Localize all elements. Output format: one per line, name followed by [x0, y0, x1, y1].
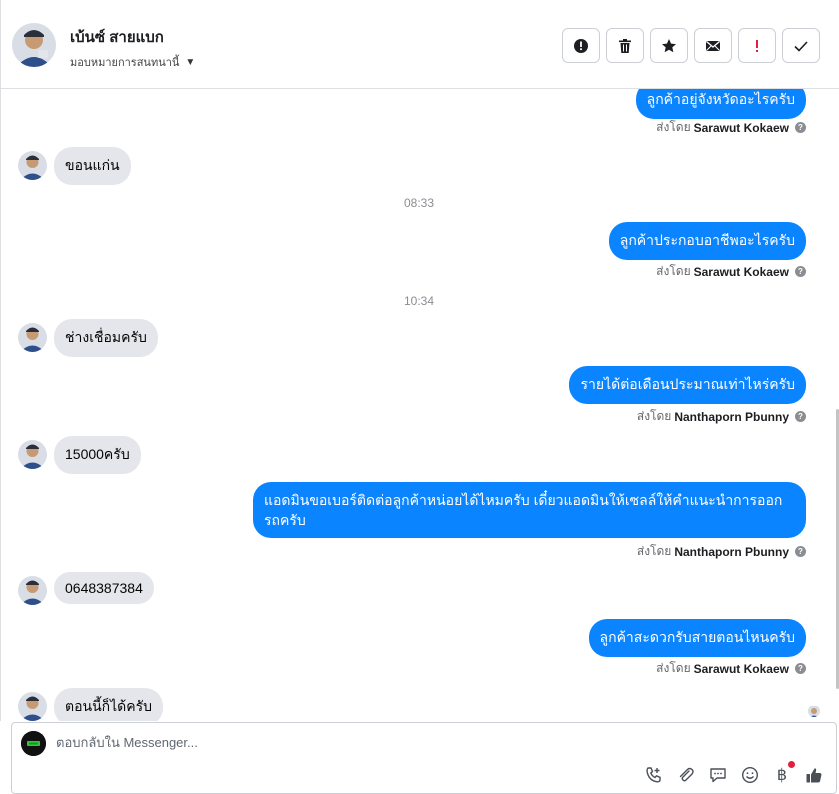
exclamation-icon: [756, 39, 758, 52]
help-icon[interactable]: ?: [795, 122, 806, 133]
reply-input[interactable]: [56, 735, 616, 750]
incoming-message[interactable]: ตอนนี้ก็ได้ครับ: [54, 688, 164, 721]
sent-by-prefix: ส่งโดย: [656, 661, 691, 675]
sender-name: Nanthaporn Pbunny: [674, 409, 789, 424]
incoming-message[interactable]: ขอนแก่น: [54, 147, 131, 185]
report-spam-button[interactable]: [562, 28, 600, 63]
contact-avatar-small[interactable]: [18, 576, 47, 605]
help-icon[interactable]: ?: [795, 546, 806, 557]
saved-replies-button[interactable]: [708, 765, 728, 785]
assign-conversation-dropdown[interactable]: มอบหมายการสนทนานี้ ▼: [70, 53, 195, 71]
contact-avatar-small[interactable]: [18, 440, 47, 469]
help-icon[interactable]: ?: [795, 663, 806, 674]
sender-name: Sarawut Kokaew: [693, 264, 789, 279]
outgoing-message[interactable]: ลูกค้าอยู่จังหวัดอะไรครับ: [635, 89, 806, 119]
trash-icon: [619, 38, 631, 53]
timestamp: 10:34: [403, 294, 435, 308]
outgoing-message[interactable]: แอดมินขอเบอร์ติดต่อลูกค้าหน่อยได้ไหมครับ…: [253, 482, 806, 538]
sent-by-prefix: ส่งโดย: [656, 120, 691, 134]
sent-by-prefix: ส่งโดย: [636, 544, 672, 558]
paperclip-icon: [679, 767, 694, 782]
contact-avatar-small[interactable]: [18, 692, 47, 721]
smiley-icon: [741, 766, 759, 784]
delete-button[interactable]: [606, 28, 644, 63]
alert-icon: [574, 38, 588, 53]
help-icon[interactable]: ?: [795, 411, 806, 422]
phone-plus-icon: [646, 767, 661, 783]
timestamp: 08:33: [403, 196, 435, 210]
follow-up-button[interactable]: [738, 28, 776, 63]
outgoing-message[interactable]: ลูกค้าประกอบอาชีพอะไรครับ: [608, 222, 806, 260]
check-icon: [794, 40, 808, 52]
seen-indicator-avatar: [808, 705, 820, 717]
contact-avatar-small[interactable]: [18, 323, 47, 352]
contact-name[interactable]: เบ้นซ์ สายแบก: [70, 25, 164, 49]
emoji-button[interactable]: [740, 765, 760, 785]
incoming-message[interactable]: 15000ครับ: [54, 436, 141, 474]
reply-composer: ฿: [11, 722, 837, 794]
sent-by: ส่งโดย Nanthaporn Pbunny ?: [637, 407, 806, 426]
sender-name: Nanthaporn Pbunny: [674, 544, 789, 559]
message-thread[interactable]: ลูกค้าอยู่จังหวัดอะไรครับ ส่งโดย Sarawut…: [0, 89, 836, 721]
sent-by: ส่งโดย Nanthaporn Pbunny ?: [637, 542, 806, 561]
outgoing-message[interactable]: ลูกค้าสะดวกรับสายตอนไหนครับ: [588, 619, 806, 657]
attach-button[interactable]: [676, 765, 696, 785]
sent-by: ส่งโดย Sarawut Kokaew ?: [656, 262, 806, 281]
notification-dot: [788, 761, 795, 768]
sender-name: Sarawut Kokaew: [693, 661, 789, 676]
thumbs-up-icon: [806, 768, 822, 783]
help-icon[interactable]: ?: [795, 266, 806, 277]
like-button[interactable]: [804, 765, 824, 785]
outgoing-message[interactable]: รายได้ต่อเดือนประมาณเท่าไหร่ครับ: [569, 366, 806, 404]
sent-by: ส่งโดย Sarawut Kokaew ?: [656, 118, 806, 137]
call-button[interactable]: [644, 765, 664, 785]
mark-unread-button[interactable]: [694, 28, 732, 63]
contact-avatar-small[interactable]: [18, 151, 47, 180]
star-icon: [662, 38, 676, 52]
sent-by-prefix: ส่งโดย: [656, 264, 691, 278]
assign-label: มอบหมายการสนทนานี้: [70, 57, 180, 69]
conversation-header: เบ้นซ์ สายแบก มอบหมายการสนทนานี้ ▼: [0, 0, 839, 89]
contact-avatar[interactable]: [12, 23, 56, 67]
caret-down-icon: ▼: [185, 56, 196, 68]
sender-name: Sarawut Kokaew: [693, 120, 789, 135]
conversation-actions: [562, 28, 820, 63]
envelope-icon: [706, 40, 720, 51]
sent-by-prefix: ส่งโดย: [636, 409, 672, 423]
mark-done-button[interactable]: [782, 28, 820, 63]
payment-button[interactable]: ฿: [772, 761, 795, 785]
incoming-message[interactable]: ช่างเชื่อมครับ: [54, 319, 158, 357]
baht-icon: ฿: [776, 767, 788, 784]
page-avatar: [21, 731, 46, 756]
composer-toolbar: ฿: [644, 761, 824, 785]
chat-bubble-icon: [710, 768, 726, 783]
incoming-message[interactable]: 0648387384: [54, 572, 154, 604]
star-button[interactable]: [650, 28, 688, 63]
sent-by: ส่งโดย Sarawut Kokaew ?: [656, 659, 806, 678]
